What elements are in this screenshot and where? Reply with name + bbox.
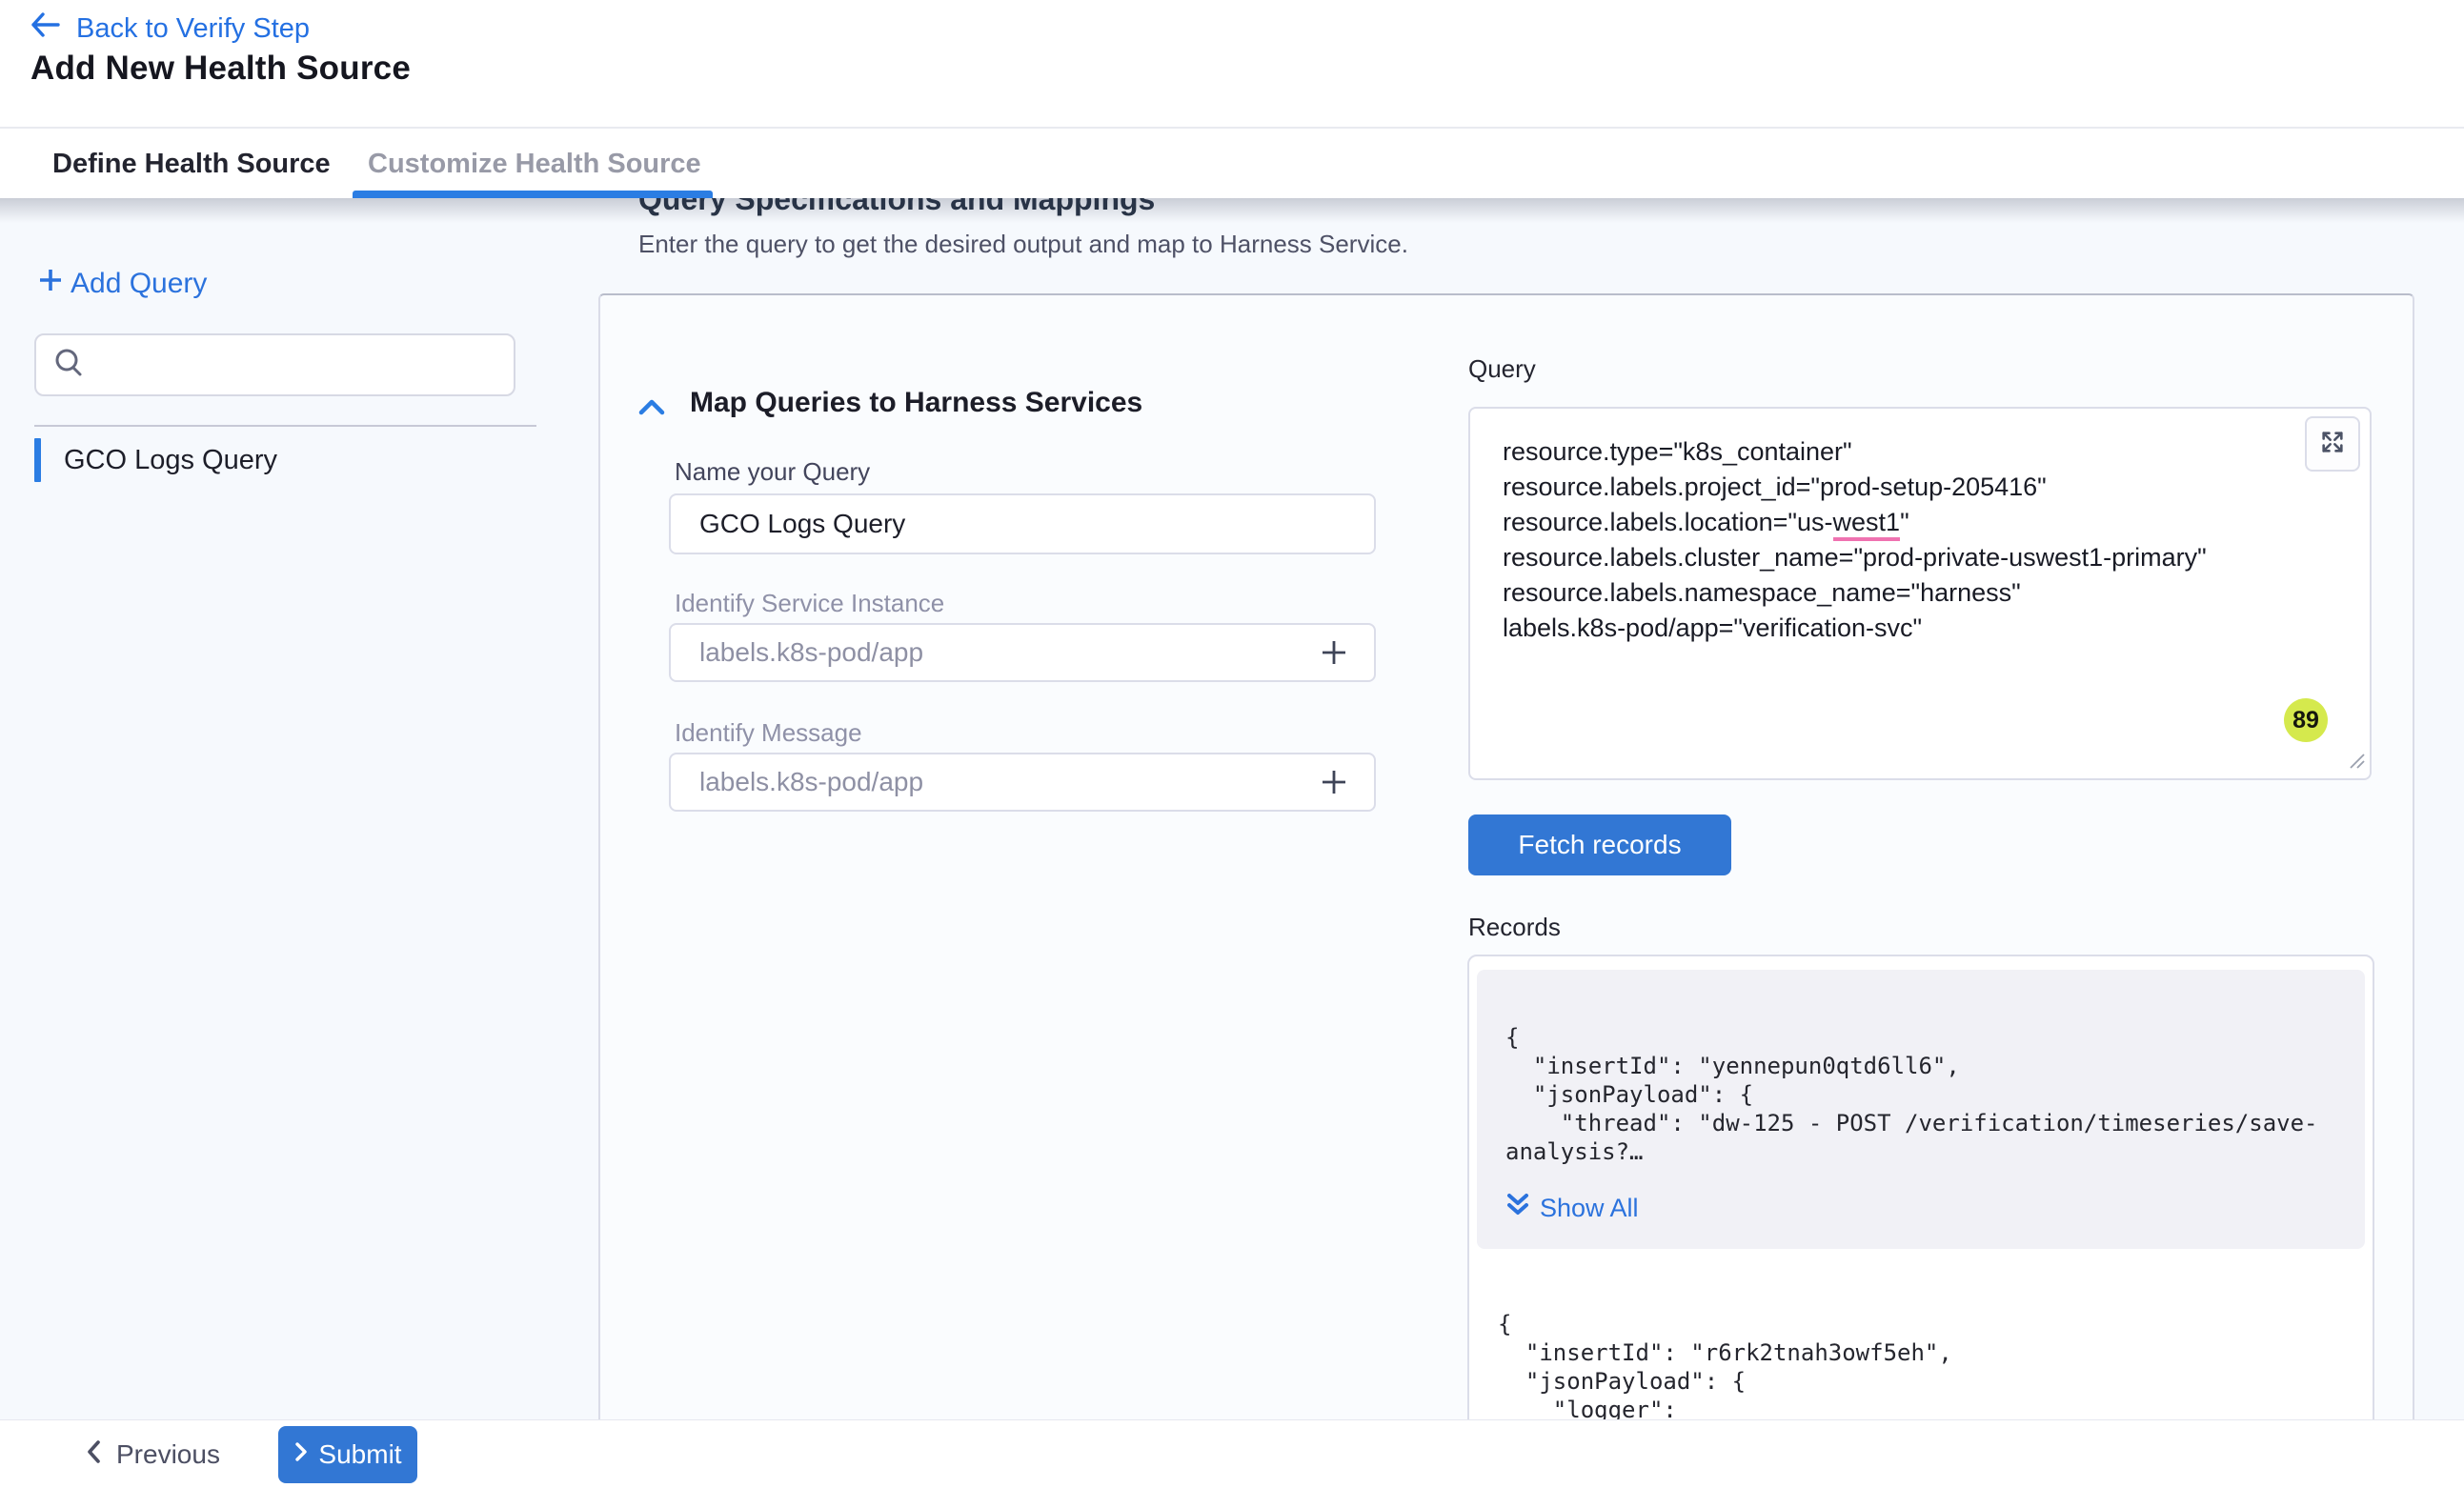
query-line: resource.labels.location="us-west1" <box>1503 505 2246 540</box>
query-line: labels.k8s-pod/app="verification-svc" <box>1503 611 2246 646</box>
identify-service-instance-label: Identify Service Instance <box>675 589 944 618</box>
record-item: { "insertId": "r6rk2tnah3owf5eh", "jsonP… <box>1469 1249 2373 1419</box>
add-query-button[interactable]: Add Query <box>34 265 207 303</box>
query-item-label: GCO Logs Query <box>64 445 277 476</box>
query-name-input[interactable]: GCO Logs Query <box>669 493 1376 554</box>
query-line: resource.labels.namespace_name="harness" <box>1503 575 2246 611</box>
section-heading: Query Specifications and Mappings <box>638 198 1155 217</box>
add-query-label: Add Query <box>71 268 207 300</box>
tab-define-health-source[interactable]: Define Health Source <box>52 129 331 200</box>
records-panel: { "insertId": "yennepun0qtd6ll6", "jsonP… <box>1467 955 2374 1419</box>
selected-indicator-bar <box>34 438 41 482</box>
previous-label: Previous <box>116 1439 220 1470</box>
back-arrow-icon <box>29 10 61 47</box>
collapse-section-icon[interactable] <box>636 396 667 424</box>
page-header: Back to Verify Step Add New Health Sourc… <box>0 0 2464 127</box>
chevron-right-icon <box>293 1439 309 1470</box>
query-name-value: GCO Logs Query <box>699 509 905 539</box>
previous-button[interactable]: Previous <box>84 1433 220 1477</box>
message-value: labels.k8s-pod/app <box>699 767 923 797</box>
service-instance-input[interactable]: labels.k8s-pod/app <box>669 623 1376 682</box>
query-search-box[interactable] <box>34 333 515 396</box>
add-service-instance-button[interactable] <box>1313 632 1355 674</box>
submit-label: Submit <box>318 1439 401 1470</box>
query-label: Query <box>1468 354 1536 384</box>
add-message-button[interactable] <box>1313 761 1355 803</box>
query-list-item-gco-logs[interactable]: GCO Logs Query <box>34 437 530 483</box>
expand-icon <box>2319 429 2346 460</box>
misspelled-word: west1 <box>1833 508 1901 541</box>
page-title: Add New Health Source <box>30 50 411 88</box>
chevron-left-icon <box>84 1438 103 1472</box>
add-health-source-screen: Back to Verify Step Add New Health Sourc… <box>0 0 2464 1488</box>
show-all-link[interactable]: Show All <box>1505 1191 2344 1226</box>
sidebar-divider <box>34 425 536 427</box>
plus-icon <box>34 264 67 304</box>
content-area: Query Specifications and Mappings Enter … <box>0 198 2464 1419</box>
back-to-verify-step-link[interactable]: Back to Verify Step <box>29 10 310 48</box>
wizard-footer: Previous Submit <box>0 1419 2464 1488</box>
map-queries-title: Map Queries to Harness Services <box>690 387 1142 419</box>
sticky-header-shadow <box>0 198 2464 223</box>
tab-customize-health-source[interactable]: Customize Health Source <box>368 129 701 200</box>
identify-message-label: Identify Message <box>675 718 862 748</box>
query-line: resource.labels.cluster_name="prod-priva… <box>1503 540 2246 575</box>
section-subheading: Enter the query to get the desired outpu… <box>638 230 1408 259</box>
fetch-records-button[interactable]: Fetch records <box>1468 814 1731 875</box>
name-your-query-label: Name your Query <box>675 457 870 487</box>
record-json: { "insertId": "yennepun0qtd6ll6", "jsonP… <box>1505 1023 2344 1166</box>
show-all-label: Show All <box>1540 1194 1639 1223</box>
submit-button[interactable]: Submit <box>278 1426 417 1483</box>
query-textarea[interactable]: resource.type="k8s_container" resource.l… <box>1468 407 2372 780</box>
message-input[interactable]: labels.k8s-pod/app <box>669 753 1376 812</box>
search-icon <box>53 347 86 384</box>
record-item: { "insertId": "yennepun0qtd6ll6", "jsonP… <box>1477 970 2365 1249</box>
query-line: resource.labels.project_id="prod-setup-2… <box>1503 470 2246 505</box>
query-mapping-card: Map Queries to Harness Services Name you… <box>598 293 2414 1419</box>
query-line: resource.type="k8s_container" <box>1503 434 2246 470</box>
query-text: resource.type="k8s_container" resource.l… <box>1470 409 2370 646</box>
active-tab-underline <box>353 191 713 198</box>
expand-query-button[interactable] <box>2305 416 2360 472</box>
resize-handle[interactable] <box>2348 752 2365 774</box>
health-source-tabbar: Define Health Source Customize Health So… <box>0 127 2464 198</box>
query-search-input[interactable] <box>97 351 478 380</box>
grammar-count-badge[interactable]: 89 <box>2284 698 2328 742</box>
double-chevron-down-icon <box>1505 1191 1530 1226</box>
service-instance-value: labels.k8s-pod/app <box>699 637 923 668</box>
back-link-label: Back to Verify Step <box>76 13 310 45</box>
records-label: Records <box>1468 913 1561 942</box>
